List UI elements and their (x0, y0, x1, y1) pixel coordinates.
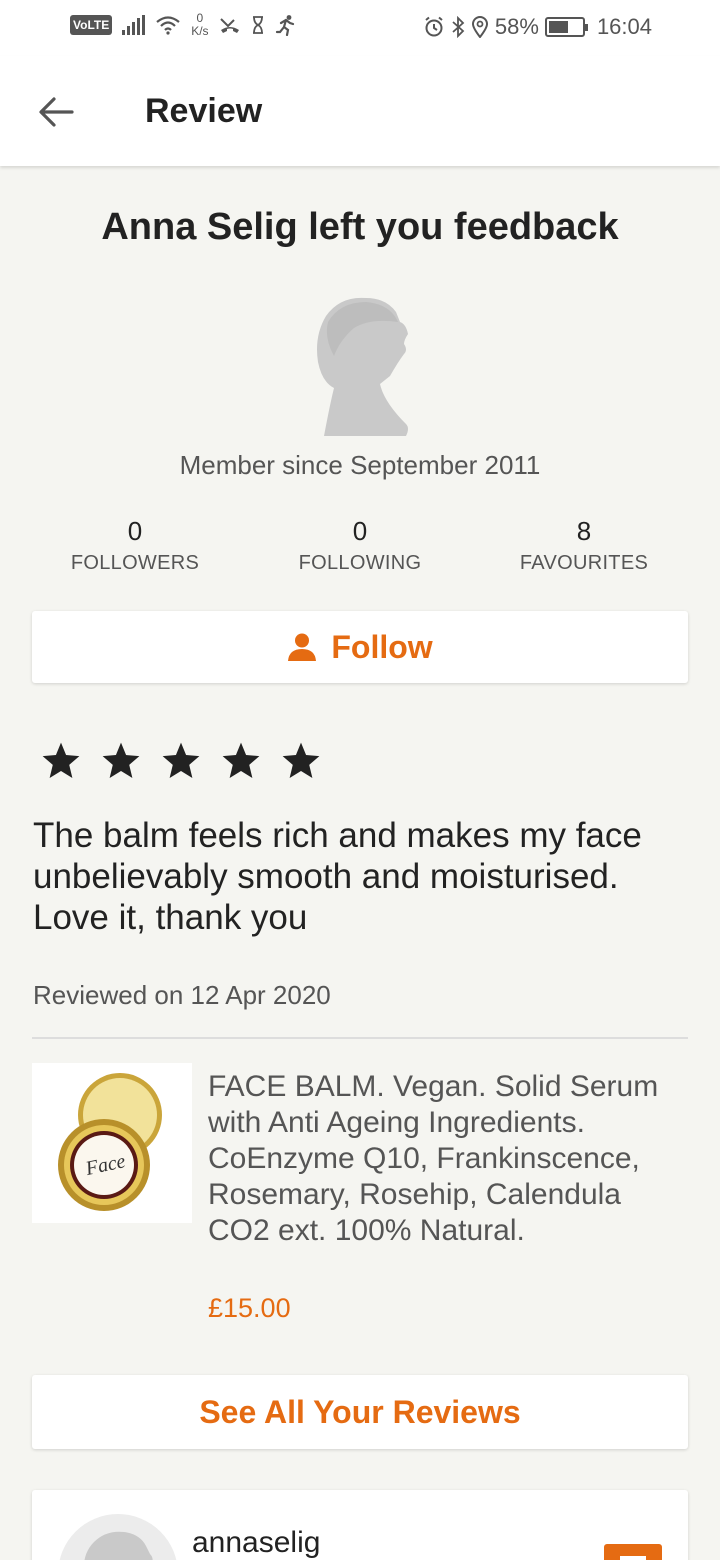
back-button[interactable] (30, 86, 82, 138)
star-icon (222, 742, 260, 778)
arrow-left-icon (39, 97, 74, 127)
network-speed: 0 K/s (191, 12, 208, 38)
rating-stars (40, 740, 322, 782)
stat-following[interactable]: 0 FOLLOWING (248, 514, 472, 575)
missed-call-icon (219, 18, 239, 33)
bluetooth-icon (452, 16, 465, 38)
status-bar: VoLTE 0 K/s 58% 16:04 (0, 0, 720, 56)
stat-value: 8 (576, 516, 592, 546)
review-text: The balm feels rich and makes my face un… (33, 816, 642, 937)
stat-value: 0 (127, 516, 143, 546)
stat-label: FOLLOWING (298, 552, 422, 574)
star-icon (162, 742, 200, 778)
see-all-label: See All Your Reviews (199, 1393, 521, 1430)
signal-icon (122, 15, 146, 35)
feedback-headline: Anna Selig left you feedback (101, 206, 619, 248)
follow-button[interactable]: Follow (32, 611, 688, 683)
product-price: £15.00 (208, 1293, 291, 1323)
follow-label: Follow (331, 628, 433, 665)
stat-label: FAVOURITES (519, 552, 649, 574)
product-image[interactable]: Face (32, 1063, 192, 1223)
see-all-reviews-button[interactable]: See All Your Reviews (32, 1375, 688, 1449)
menu-button[interactable] (604, 1544, 662, 1560)
star-icon (42, 742, 80, 778)
status-left: VoLTE 0 K/s (70, 12, 297, 38)
person-icon (288, 633, 317, 661)
balm-tin-image: Face (58, 1073, 162, 1211)
stat-favourites[interactable]: 8 FAVOURITES (472, 514, 696, 575)
app-bar: Review (0, 56, 720, 166)
battery-icon (544, 17, 588, 37)
star-icon (102, 742, 140, 778)
running-icon (275, 15, 294, 36)
stat-followers[interactable]: 0 FOLLOWERS (23, 514, 247, 575)
status-right: 58% 16:04 (423, 14, 652, 40)
page-title: Review (145, 92, 263, 130)
hourglass-icon (252, 16, 263, 34)
reviewer-avatar[interactable] (300, 292, 420, 438)
clock: 16:04 (596, 14, 652, 39)
product-listing[interactable]: Face FACE BALM. Vegan. Solid Serum with … (32, 1063, 688, 1343)
volte-indicator: VoLTE (70, 15, 113, 35)
divider (32, 1037, 688, 1039)
location-icon (471, 16, 488, 38)
battery-percent: 58% (494, 14, 539, 39)
menu-icon (620, 1556, 646, 1560)
reviewer-username[interactable]: annaselig (192, 1526, 320, 1560)
product-title[interactable]: FACE BALM. Vegan. Solid Serum with Anti … (208, 1069, 678, 1249)
reviewer-small-avatar[interactable] (58, 1514, 178, 1560)
speed-value: 0 (196, 11, 204, 25)
member-since: Member since September 2011 (179, 450, 541, 480)
speed-unit: K/s (191, 24, 209, 38)
reviewer-card[interactable]: annaselig (32, 1490, 688, 1560)
stat-value: 0 (352, 516, 368, 546)
alarm-icon (425, 16, 443, 37)
star-icon (282, 742, 320, 778)
review-date: Reviewed on 12 Apr 2020 (33, 980, 331, 1010)
wifi-icon (156, 16, 180, 35)
stat-label: FOLLOWERS (70, 552, 200, 574)
default-avatar-icon (317, 297, 408, 436)
default-avatar-icon (84, 1531, 153, 1560)
